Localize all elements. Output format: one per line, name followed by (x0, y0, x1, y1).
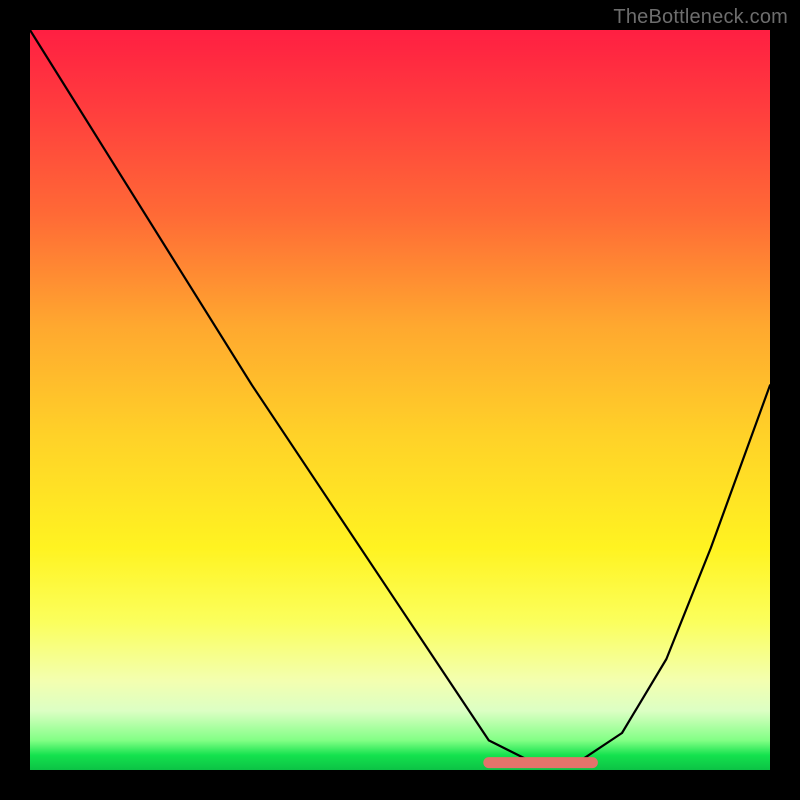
watermark-text: TheBottleneck.com (613, 6, 788, 29)
bottleneck-curve-svg (30, 30, 770, 770)
chart-frame: TheBottleneck.com (0, 0, 800, 800)
bottleneck-curve-path (30, 30, 770, 763)
plot-area (30, 30, 770, 770)
